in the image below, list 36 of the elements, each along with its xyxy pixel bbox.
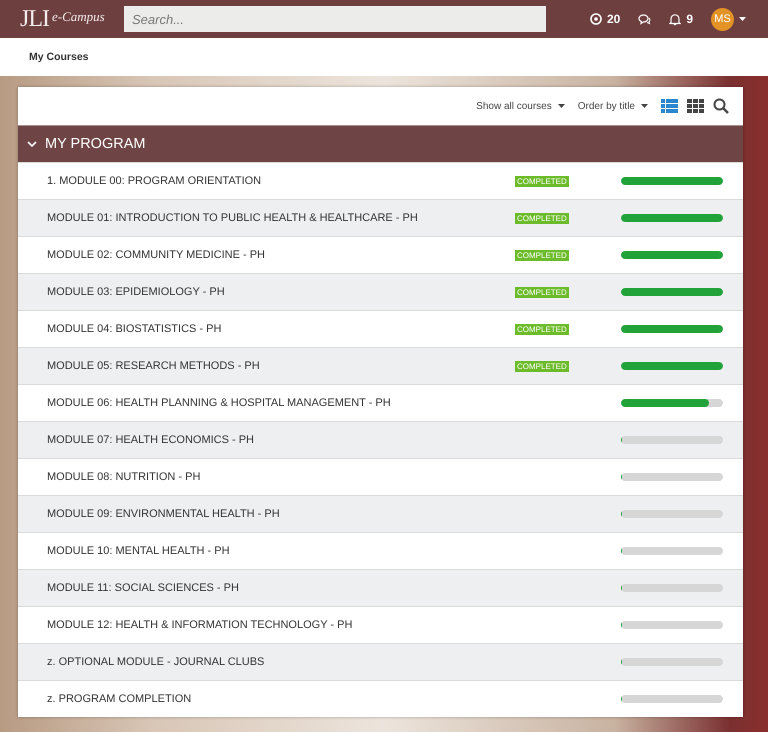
course-title[interactable]: MODULE 08: NUTRITION - PH bbox=[47, 471, 515, 483]
chevron-icon[interactable] bbox=[27, 140, 37, 148]
status-badge: COMPLETED bbox=[515, 213, 569, 224]
target-icon[interactable] bbox=[590, 13, 602, 25]
status-badge: COMPLETED bbox=[515, 361, 569, 372]
breadcrumb-link[interactable]: My Courses bbox=[29, 51, 89, 63]
caret-icon[interactable] bbox=[739, 17, 746, 21]
search-icon[interactable] bbox=[713, 98, 729, 114]
program-header[interactable]: MY PROGRAM bbox=[18, 125, 743, 162]
search-field[interactable]: Search... bbox=[124, 6, 546, 32]
sort-dropdown[interactable]: Order by title bbox=[578, 100, 652, 112]
course-title[interactable]: 1. MODULE 00: PROGRAM ORIENTATION bbox=[47, 175, 515, 187]
status-badge: COMPLETED bbox=[515, 176, 569, 187]
course-title[interactable]: MODULE 01: INTRODUCTION TO PUBLIC HEALTH & HEALTHCARE - PH bbox=[47, 212, 515, 224]
course-title[interactable]: MODULE 10: MENTAL HEALTH - PH bbox=[47, 545, 515, 557]
course-title[interactable]: z. PROGRAM COMPLETION bbox=[47, 693, 515, 705]
chat-icon[interactable] bbox=[638, 14, 652, 24]
course-title[interactable]: MODULE 05: RESEARCH METHODS - PH bbox=[47, 360, 515, 372]
bell-icon[interactable] bbox=[669, 12, 682, 26]
course-title[interactable]: MODULE 03: EPIDEMIOLOGY - PH bbox=[47, 286, 515, 298]
logo-text: JLI bbox=[20, 7, 49, 31]
logo-subtitle: e-Campus bbox=[52, 9, 105, 25]
points-count: 20 bbox=[606, 12, 620, 26]
status-badge: COMPLETED bbox=[515, 324, 569, 335]
caret-icon bbox=[641, 104, 648, 108]
status-badge: COMPLETED bbox=[515, 250, 569, 261]
status-badge: COMPLETED bbox=[515, 287, 569, 298]
grid-view-icon[interactable] bbox=[687, 99, 704, 113]
notification-count: 9 bbox=[686, 12, 693, 26]
filter-dropdown[interactable]: Show all courses bbox=[476, 100, 569, 112]
course-title[interactable]: MODULE 06: HEALTH PLANNING & HOSPITAL MANAGEMENT - PH bbox=[47, 397, 515, 409]
caret-icon bbox=[558, 104, 565, 108]
course-title[interactable]: MODULE 02: COMMUNITY MEDICINE - PH bbox=[47, 249, 515, 261]
course-title[interactable]: MODULE 04: BIOSTATISTICS - PH bbox=[47, 323, 515, 335]
course-title[interactable]: MODULE 12: HEALTH & INFORMATION TECHNOLOGY - PH bbox=[47, 619, 515, 631]
list-view-icon[interactable] bbox=[661, 99, 678, 113]
